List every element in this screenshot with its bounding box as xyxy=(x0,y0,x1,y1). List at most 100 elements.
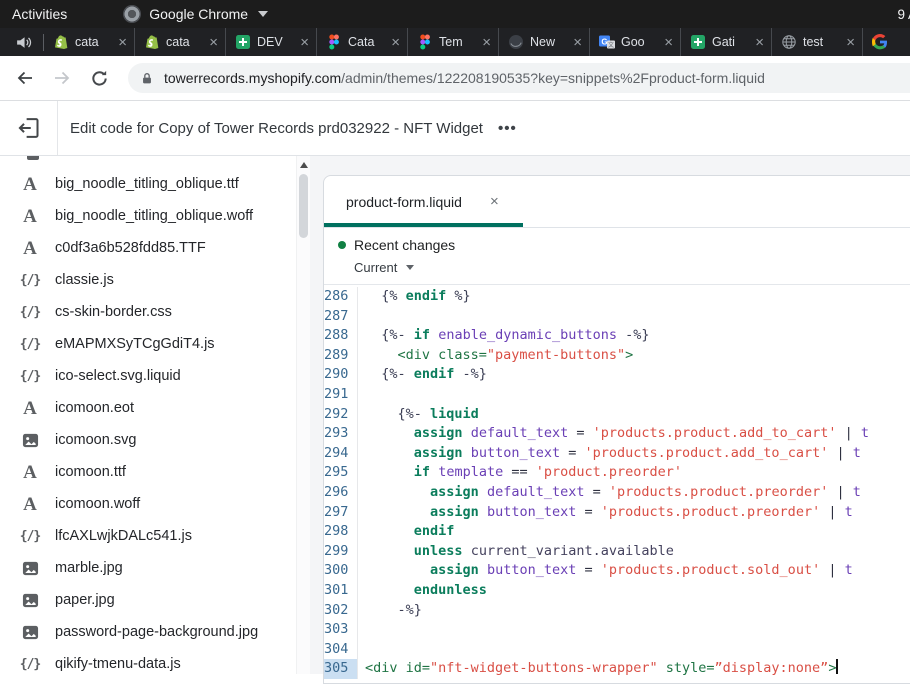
close-tab-icon[interactable]: × xyxy=(490,193,499,210)
file-list-item[interactable]: {/}lfcAXLwjkDALc541.js xyxy=(0,520,310,552)
code-line: 292 {%- liquid xyxy=(324,405,910,425)
file-list-item[interactable]: Abig_noodle_titling_oblique.ttf xyxy=(0,168,310,200)
line-number: 290 xyxy=(324,365,358,385)
address-bar[interactable]: towerrecords.myshopify.com/admin/themes/… xyxy=(128,63,910,93)
line-number: 289 xyxy=(324,346,358,366)
more-actions-button[interactable]: ••• xyxy=(498,120,517,137)
close-tab-icon[interactable]: × xyxy=(300,35,309,50)
font-file-icon: A xyxy=(18,207,42,226)
file-list-item[interactable]: marble.jpg xyxy=(0,552,310,584)
clipped-file-icon xyxy=(27,156,39,160)
line-number: 301 xyxy=(324,581,358,601)
browser-tab[interactable]: Tem× xyxy=(408,28,499,56)
scroll-up-arrow-icon[interactable] xyxy=(300,162,308,168)
browser-tab[interactable]: G文Goo× xyxy=(590,28,681,56)
header-divider xyxy=(57,101,58,155)
file-list-item[interactable]: {/}cs-skin-border.css xyxy=(0,296,310,328)
line-number: 299 xyxy=(324,542,358,562)
editor-pane: product-form.liquid × Recent changes Cur… xyxy=(323,156,910,674)
close-tab-icon[interactable]: × xyxy=(118,35,127,50)
close-tab-icon[interactable]: × xyxy=(482,35,491,50)
status-dot-icon xyxy=(338,241,346,249)
image-file-icon xyxy=(18,560,42,577)
file-list-item[interactable]: {/}qikify-tmenu-data.js xyxy=(0,648,310,674)
code-line: 291 xyxy=(324,385,910,405)
app-menu-button[interactable]: Google Chrome xyxy=(123,5,268,23)
browser-tab[interactable]: New × xyxy=(499,28,590,56)
close-tab-icon[interactable]: × xyxy=(755,35,764,50)
close-tab-icon[interactable]: × xyxy=(391,35,400,50)
file-name: icomoon.woff xyxy=(55,496,140,512)
clock-label[interactable]: 9 A xyxy=(897,7,910,22)
line-text: assign default_text = 'products.product.… xyxy=(358,483,910,503)
line-number: 296 xyxy=(324,483,358,503)
browser-tab[interactable] xyxy=(863,28,910,56)
line-number: 300 xyxy=(324,561,358,581)
speaker-icon[interactable] xyxy=(15,34,32,51)
file-name: cs-skin-border.css xyxy=(55,304,172,320)
line-number: 302 xyxy=(324,601,358,621)
version-dropdown[interactable]: Current xyxy=(354,260,910,275)
line-text: unless current_variant.available xyxy=(358,542,910,562)
code-line: 290 {%- endif -%} xyxy=(324,365,910,385)
line-text: {%- liquid xyxy=(358,405,910,425)
file-name: lfcAXLwjkDALc541.js xyxy=(55,528,192,544)
browser-tab[interactable]: cata × xyxy=(135,28,226,56)
line-number: 298 xyxy=(324,522,358,542)
file-list-item[interactable]: icomoon.svg xyxy=(0,424,310,456)
editor-card: product-form.liquid × Recent changes Cur… xyxy=(323,175,910,684)
active-tab-underline xyxy=(324,223,523,227)
file-list-item[interactable]: Aicomoon.woff xyxy=(0,488,310,520)
file-list-item[interactable]: Abig_noodle_titling_oblique.woff xyxy=(0,200,310,232)
svg-text:文: 文 xyxy=(608,41,614,49)
activities-button[interactable]: Activities xyxy=(12,6,67,22)
sidebar-editor-gap xyxy=(310,156,323,674)
scrollbar-thumb[interactable] xyxy=(299,174,308,238)
reload-button[interactable] xyxy=(87,66,111,90)
close-tab-icon[interactable]: × xyxy=(664,35,673,50)
image-file-icon xyxy=(18,624,42,641)
code-editor[interactable]: 286 {% endif %}287288 {%- if enable_dyna… xyxy=(324,285,910,679)
figma-icon xyxy=(326,34,342,50)
forward-button[interactable] xyxy=(50,66,74,90)
chevron-down-icon xyxy=(258,11,268,17)
line-number: 297 xyxy=(324,503,358,523)
version-label: Current xyxy=(354,260,397,275)
tab-label: New xyxy=(530,35,567,49)
browser-tab[interactable]: test× xyxy=(772,28,863,56)
image-file-icon xyxy=(18,432,42,449)
browser-tab-strip: cata×cata×DEV×Cata×Tem×New×G文Goo×Gati×te… xyxy=(0,28,910,56)
close-tab-icon[interactable]: × xyxy=(573,35,582,50)
close-tab-icon[interactable]: × xyxy=(846,35,855,50)
tab-label: Gati xyxy=(712,35,749,49)
close-tab-icon[interactable]: × xyxy=(209,35,218,50)
file-list-item[interactable]: {/}ico-select.svg.liquid xyxy=(0,360,310,392)
line-number: 294 xyxy=(324,444,358,464)
line-number: 292 xyxy=(324,405,358,425)
back-button[interactable] xyxy=(13,66,37,90)
editor-file-tab[interactable]: product-form.liquid × xyxy=(346,176,511,227)
file-list-item[interactable]: Ac0df3a6b528fdd85.TTF xyxy=(0,232,310,264)
line-text xyxy=(358,620,910,640)
line-text xyxy=(358,307,910,327)
code-line: 286 {% endif %} xyxy=(324,287,910,307)
tab-label: cata xyxy=(166,35,203,49)
browser-tab[interactable]: DEV× xyxy=(226,28,317,56)
sidebar-scrollbar[interactable] xyxy=(296,156,310,674)
shopify-icon xyxy=(144,34,160,50)
file-list-item[interactable]: Aicomoon.ttf xyxy=(0,456,310,488)
lock-icon[interactable] xyxy=(140,71,154,86)
file-name: icomoon.ttf xyxy=(55,464,126,480)
browser-tab[interactable]: cata× xyxy=(44,28,135,56)
browser-tab[interactable]: Cata× xyxy=(317,28,408,56)
exit-code-editor-button[interactable] xyxy=(16,115,42,141)
chrome-logo-icon xyxy=(123,5,141,23)
dark-circle-icon xyxy=(508,34,524,50)
line-number: 305 xyxy=(324,659,358,679)
file-list-item[interactable]: paper.jpg xyxy=(0,584,310,616)
file-list-item[interactable]: Aicomoon.eot xyxy=(0,392,310,424)
file-list-item[interactable]: {/}classie.js xyxy=(0,264,310,296)
file-list-item[interactable]: password-page-background.jpg xyxy=(0,616,310,648)
file-list-item[interactable]: {/}eMAPMXSyTCgGdiT4.js xyxy=(0,328,310,360)
browser-tab[interactable]: Gati × xyxy=(681,28,772,56)
